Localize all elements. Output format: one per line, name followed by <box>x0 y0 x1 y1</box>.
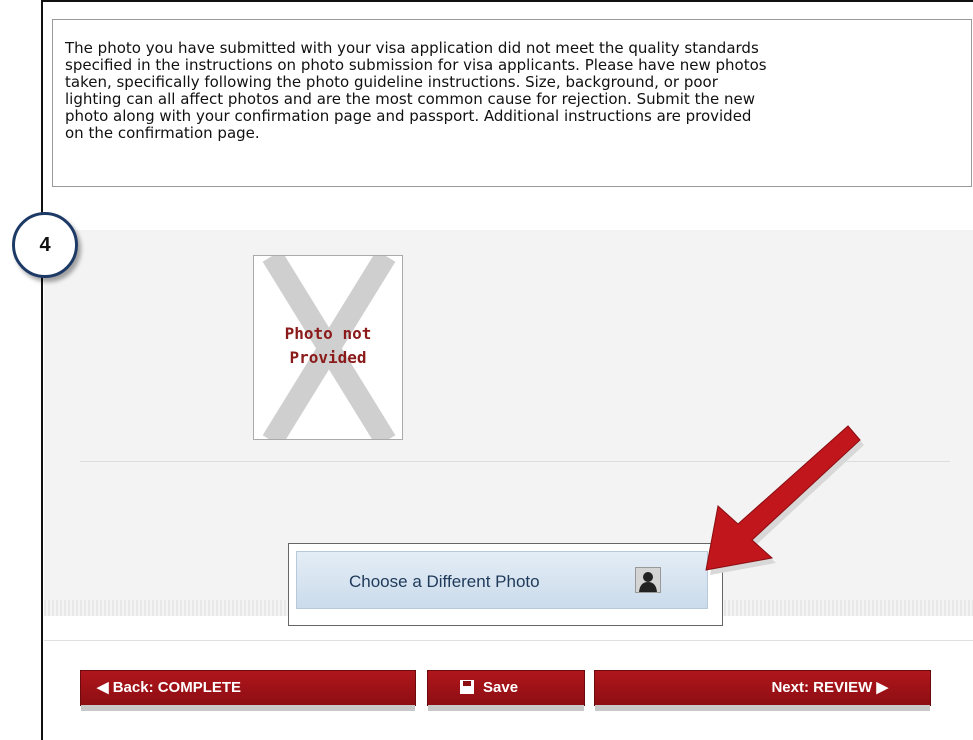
next-label: Next: REVIEW ▶ <box>771 679 888 696</box>
step-number-badge: 4 <box>12 212 78 278</box>
save-label: Save <box>483 679 519 696</box>
notice-line: photo along with your confirmation page … <box>65 107 752 125</box>
separator <box>44 640 973 641</box>
photo-text-line2: Provided <box>289 348 367 367</box>
notice-line: The photo you have submitted with your v… <box>65 39 759 57</box>
notice-line: lighting can all affect photos and are t… <box>65 90 755 108</box>
save-button[interactable]: Save <box>427 670 585 711</box>
save-icon <box>460 680 474 694</box>
back-complete-button[interactable]: ◀ Back: COMPLETE <box>80 670 416 711</box>
next-review-button[interactable]: Next: REVIEW ▶ <box>594 670 931 711</box>
back-label: ◀ Back: COMPLETE <box>97 679 242 696</box>
notice-line: taken, specifically following the photo … <box>65 73 718 91</box>
photo-rejection-notice: The photo you have submitted with your v… <box>52 19 972 187</box>
photo-not-provided-text: Photo not Provided <box>254 322 402 370</box>
notice-line: specified in the instructions on photo s… <box>65 56 767 74</box>
choose-different-photo-button[interactable]: Choose a Different Photo <box>296 551 708 609</box>
photo-placeholder: Photo not Provided <box>253 255 403 440</box>
choose-photo-label: Choose a Different Photo <box>349 572 540 591</box>
red-arrow-icon <box>705 425 864 575</box>
photo-text-line1: Photo not <box>284 324 372 343</box>
notice-line: on the confirmation page. <box>65 124 260 142</box>
person-silhouette-icon <box>635 567 661 593</box>
